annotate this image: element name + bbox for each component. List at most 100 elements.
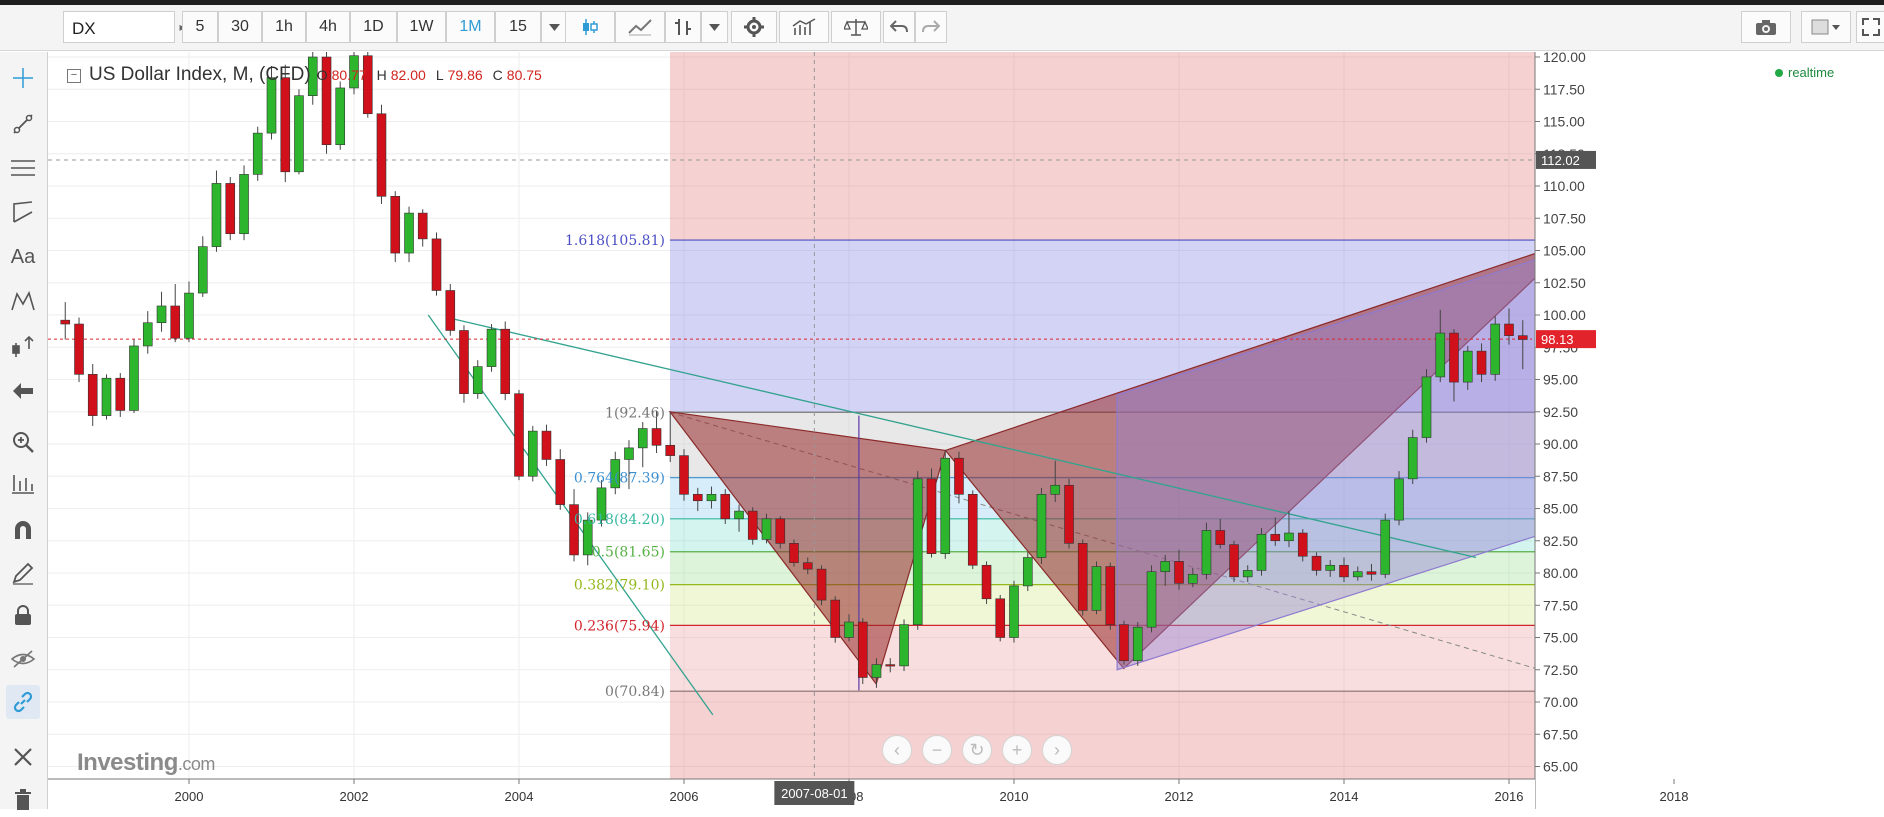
scroll-left-icon[interactable]: ‹: [882, 735, 912, 765]
interval-4h[interactable]: 4h: [306, 11, 350, 43]
measure-icon[interactable]: [6, 467, 40, 501]
candle-body: [115, 377, 126, 411]
candle-body: [472, 366, 483, 394]
crosshair-cursor-icon[interactable]: [6, 61, 40, 95]
x-tick-label: 2016: [1495, 789, 1524, 804]
text-tool-icon[interactable]: Aa: [6, 240, 40, 274]
pattern-tool-icon[interactable]: [6, 285, 40, 319]
y-tick-label: 110.00: [1543, 178, 1585, 194]
back-arrow-icon[interactable]: [6, 374, 40, 408]
candle: [101, 374, 112, 420]
hide-drawings-eye-icon[interactable]: [6, 642, 40, 676]
x-tick-label: 2018: [1660, 789, 1689, 804]
x-tick-label: 2006: [670, 789, 699, 804]
undo-icon[interactable]: [883, 11, 915, 43]
pitchfork-icon[interactable]: [6, 195, 40, 229]
bars-chart-type-icon[interactable]: [665, 11, 701, 43]
interval-15[interactable]: 15: [495, 11, 541, 43]
candle-body: [761, 518, 772, 540]
drawing-tools-sidebar: Aa: [0, 52, 48, 810]
candle-body: [954, 457, 964, 495]
redo-icon[interactable]: [915, 11, 947, 43]
y-tick-label: 90.00: [1543, 436, 1578, 452]
candle: [129, 339, 139, 414]
legend-title: US Dollar Index, M, (CFD): [89, 64, 311, 85]
price-chart[interactable]: 1.618(105.81) 1(92.46) 0.764(87.39) 0.618(8…: [48, 52, 1884, 809]
x-tick-label: 2010: [1000, 789, 1029, 804]
candle-body: [87, 374, 98, 416]
reset-chart-icon[interactable]: ↻: [962, 735, 992, 765]
trend-line-icon[interactable]: [6, 107, 40, 141]
line-chart-type-icon[interactable]: [615, 11, 665, 43]
candle-body: [926, 478, 937, 554]
settings-gear-icon[interactable]: [731, 11, 777, 43]
prediction-tool-icon[interactable]: [6, 330, 40, 364]
fib-zone-top: [669, 52, 1613, 241]
interval-1w[interactable]: 1W: [397, 11, 446, 43]
x-tick-label: 2000: [175, 789, 204, 804]
interval-1h[interactable]: 1h: [262, 11, 306, 43]
candle-body: [1325, 564, 1336, 571]
legend-close: 80.75: [506, 67, 542, 83]
candle-body: [844, 621, 854, 638]
interval-1d[interactable]: 1D: [350, 11, 397, 43]
candle: [252, 126, 263, 181]
candle-body: [1462, 350, 1473, 383]
candle-body: [1476, 350, 1487, 375]
sync-link-icon[interactable]: [6, 685, 40, 719]
pencil-draw-icon[interactable]: [6, 556, 40, 590]
candle: [294, 89, 304, 175]
chart-type-dropdown-icon[interactable]: [701, 11, 728, 43]
investing-watermark-logo: Investing.com: [77, 749, 215, 776]
candle: [789, 539, 799, 567]
indicators-icon[interactable]: [779, 11, 829, 43]
interval-dropdown-icon[interactable]: [541, 11, 568, 43]
candle: [431, 232, 442, 296]
candle-body: [1009, 585, 1019, 638]
interval-30[interactable]: 30: [218, 11, 262, 43]
fullscreen-icon[interactable]: [1856, 11, 1884, 43]
trash-icon[interactable]: [6, 783, 40, 817]
candle-body: [816, 568, 827, 601]
candle-body: [541, 430, 552, 460]
candle-body: [1077, 543, 1088, 611]
candle-body: [1490, 323, 1501, 375]
legend-high: 82.00: [390, 67, 426, 83]
candle: [1091, 561, 1102, 615]
candle-body: [871, 664, 882, 678]
candle-body: [679, 455, 689, 495]
x-tick-label: 2002: [340, 789, 369, 804]
candle-body: [940, 457, 951, 554]
y-tick-label: 120.00: [1543, 52, 1586, 65]
scroll-right-icon[interactable]: ›: [1042, 735, 1072, 765]
candle-body: [706, 494, 717, 502]
candle-body: [857, 621, 868, 678]
zoom-icon[interactable]: [6, 425, 40, 459]
legend-collapse-icon[interactable]: −: [67, 69, 81, 83]
layout-select-icon[interactable]: [1801, 11, 1851, 43]
compare-scales-icon[interactable]: [831, 11, 881, 43]
symbol-input[interactable]: DX: [63, 11, 175, 43]
candle-body: [1352, 571, 1363, 578]
candle-body: [1284, 532, 1294, 542]
candle-body: [1215, 530, 1226, 545]
zoom-out-icon[interactable]: −: [922, 735, 952, 765]
y-tick-label: 65.00: [1543, 759, 1578, 775]
candle-body: [637, 428, 648, 449]
horizontal-lines-icon[interactable]: [6, 151, 40, 185]
candle-body: [789, 543, 799, 563]
tools-scissors-icon[interactable]: [6, 740, 40, 774]
candle-body: [1036, 494, 1047, 558]
lock-icon[interactable]: [6, 598, 40, 632]
zoom-in-icon[interactable]: +: [1002, 735, 1032, 765]
interval-5[interactable]: 5: [182, 11, 218, 43]
candle-body: [747, 510, 758, 540]
interval-1m[interactable]: 1M: [446, 11, 495, 43]
candles-chart-type-icon[interactable]: [565, 11, 615, 43]
candle: [1407, 429, 1418, 484]
candle: [500, 321, 511, 401]
legend-open: 80.77: [331, 67, 367, 83]
snapshot-camera-icon[interactable]: [1741, 11, 1791, 43]
magnet-icon[interactable]: [6, 513, 40, 547]
fib-level-label: 0.5(81.65): [592, 545, 665, 561]
